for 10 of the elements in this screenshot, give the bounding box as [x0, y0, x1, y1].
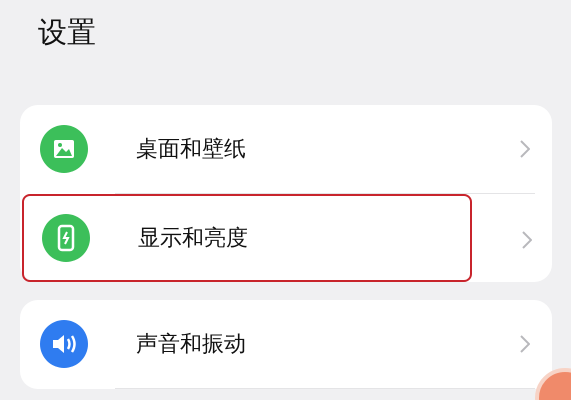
page-title: 设置	[38, 14, 97, 50]
row-label: 显示和亮度	[138, 224, 249, 252]
settings-row[interactable]: 显示和亮度	[22, 194, 472, 282]
row-label: 声音和振动	[136, 330, 247, 358]
chevron-icon	[520, 140, 530, 158]
chevron-icon	[522, 231, 532, 249]
chevron-icon	[520, 335, 530, 353]
settings-row[interactable]: 桌面和壁纸	[20, 105, 552, 193]
row-label: 桌面和壁纸	[136, 136, 247, 164]
settings-row[interactable]: 声音和振动	[20, 300, 552, 388]
